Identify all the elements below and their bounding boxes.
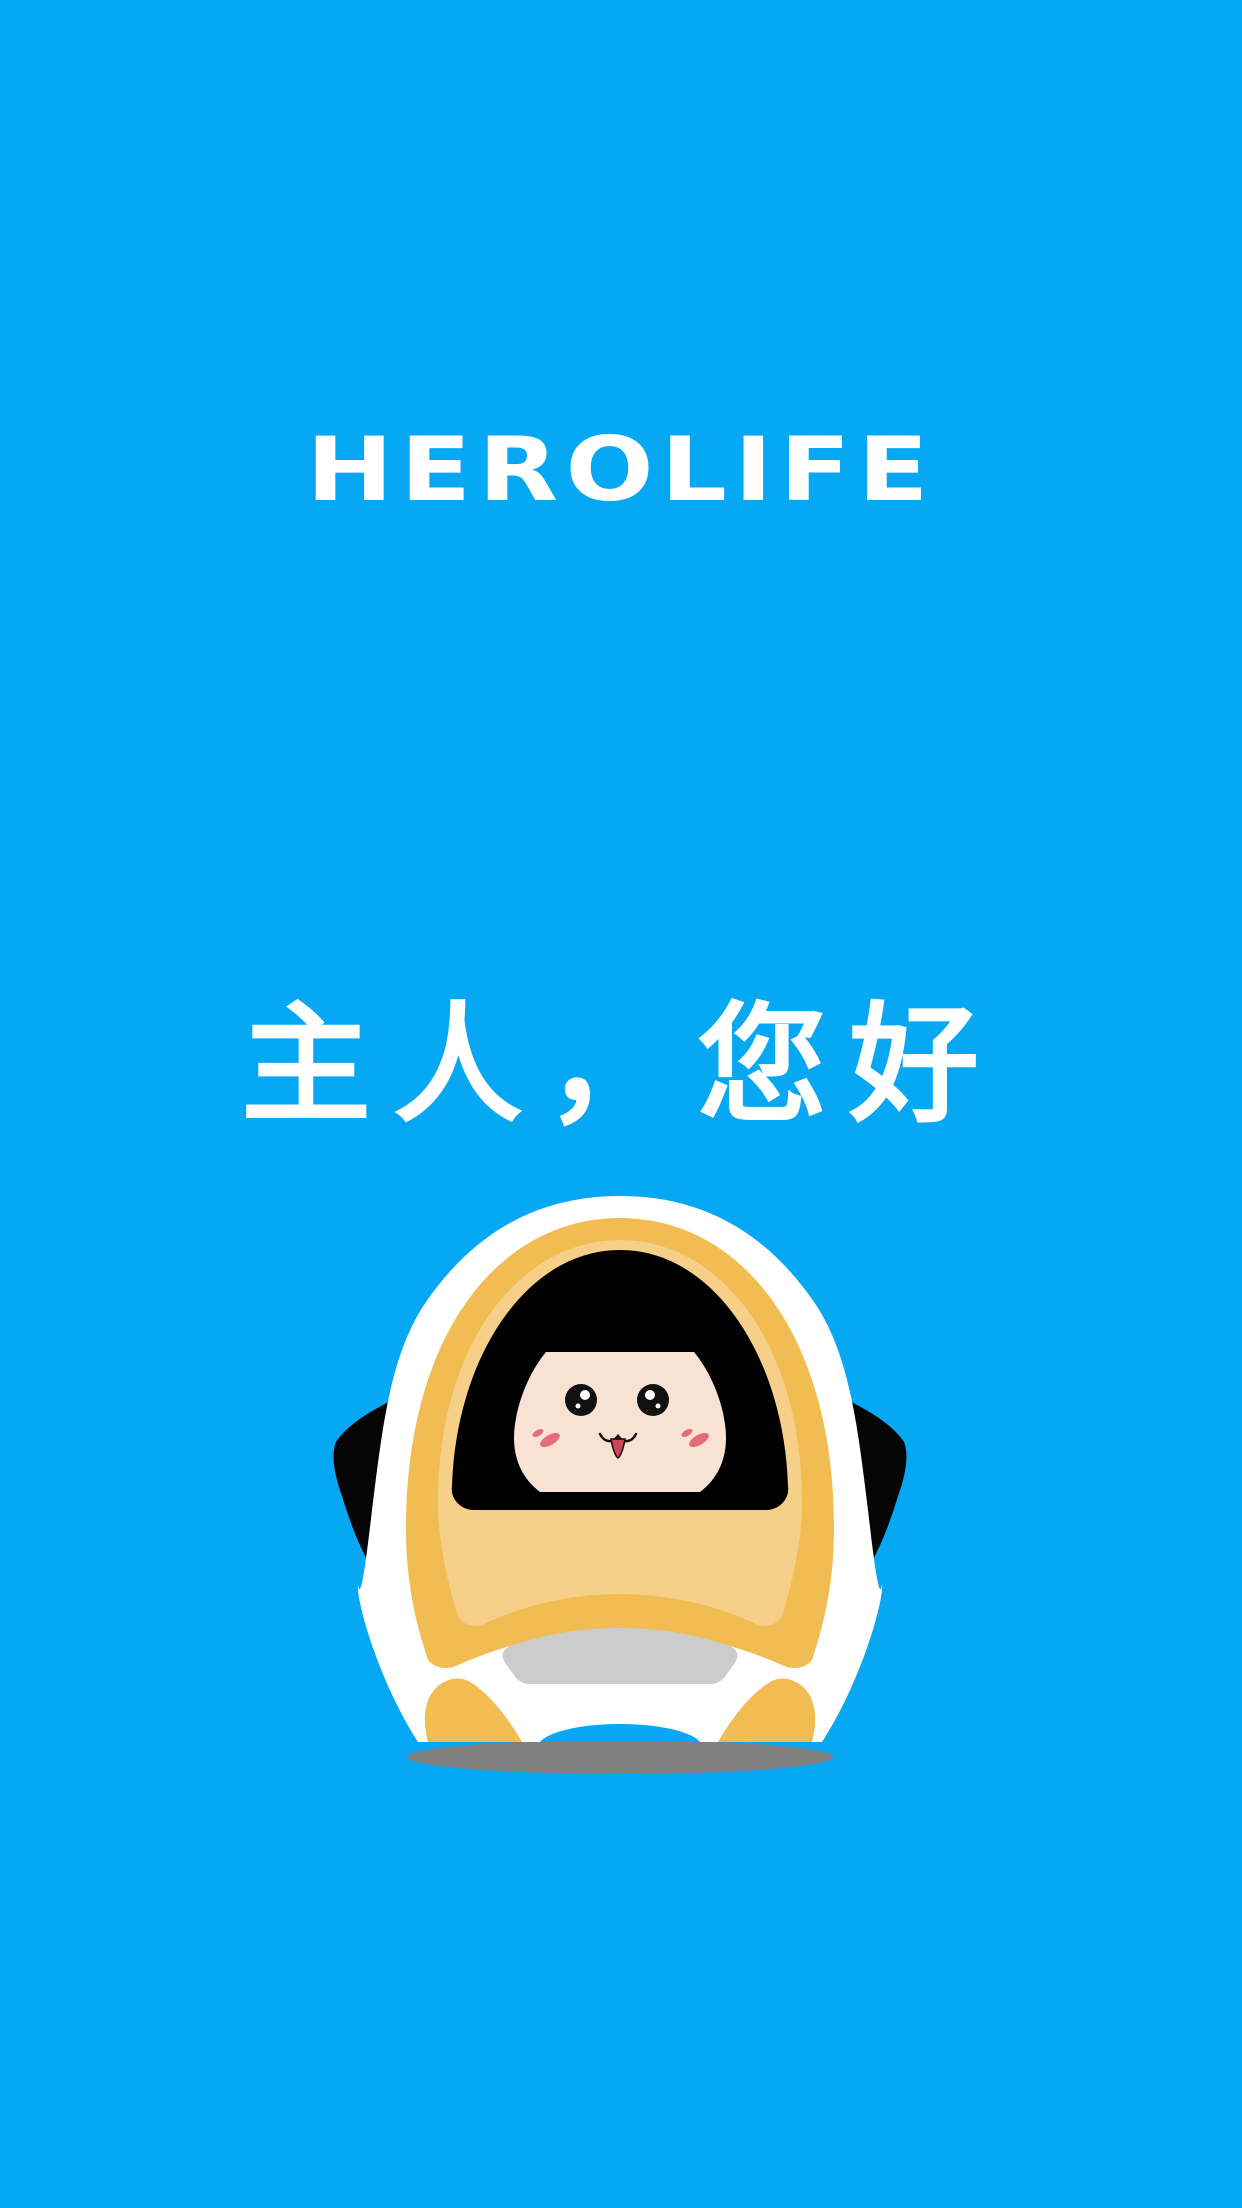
mascot-shadow [407, 1740, 833, 1774]
splash-screen: HEROLIFE 主人，您好 [0, 0, 1242, 2208]
brand-logo: HEROLIFE [306, 418, 936, 521]
robot-mascot-icon [333, 1196, 907, 1774]
greeting-text: 主人，您好 [240, 989, 1001, 1141]
mascot-face [514, 1352, 726, 1492]
